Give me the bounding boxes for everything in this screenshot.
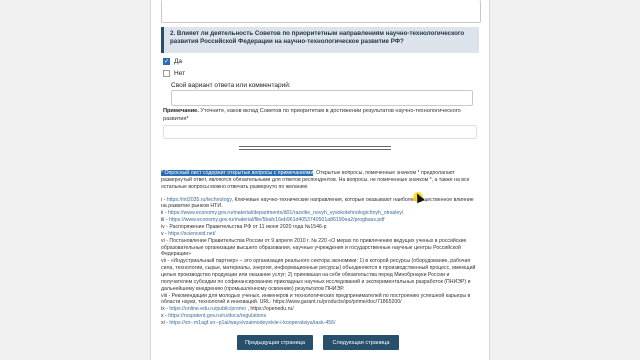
ref-item: iv - Распоряжение Правительства РФ от 11…	[161, 224, 327, 231]
ref-item: vi - Постановление Правительства России …	[161, 237, 467, 258]
option-no[interactable]: Нет	[163, 70, 185, 77]
ref-link[interactable]: https://www.economy.gov.ru/material/file…	[169, 217, 385, 223]
references-block: * Опросный лист содержит открытые вопрос…	[161, 170, 477, 327]
ref-link[interactable]: https://nti2035.ru/technology	[167, 197, 232, 203]
option-custom-label: Свой вариант ответа или комментарий:	[171, 82, 291, 89]
highlighted-selection: * Опросный лист содержит открытые вопрос…	[161, 170, 314, 176]
question-2-title: 2. Влияет ли деятельность Советов по при…	[161, 27, 479, 53]
ref-link[interactable]: https://online.edu.ru/public/promo	[169, 306, 246, 312]
divider	[239, 146, 391, 147]
checkbox-icon[interactable]	[163, 70, 170, 77]
previous-answer-textarea[interactable]	[161, 0, 481, 23]
divider	[239, 149, 391, 150]
note-answer-textarea[interactable]	[163, 125, 477, 139]
ref-link[interactable]: https://xn--m1agf.xn--p1ai/ways/vzaimode…	[169, 320, 335, 326]
option-yes-label: Да	[174, 58, 183, 65]
checkbox-checked-icon[interactable]: ✓	[163, 58, 170, 65]
option-no-label: Нет	[174, 70, 186, 77]
ref-item: x - https://rospatent.gov.ru/ru/docs/reg…	[161, 313, 267, 320]
ref-item: ii - https://www.economy.gov.ru/material…	[161, 210, 404, 217]
custom-answer-textarea[interactable]	[171, 90, 473, 106]
ref-link[interactable]: https://rospatent.gov.ru/ru/docs/regulat…	[168, 313, 266, 319]
note-text: Уточните, каков вклад Советов по приорит…	[163, 108, 461, 122]
ref-item: iii - https://www.economy.gov.ru/materia…	[161, 217, 385, 224]
ref-item: i - https://nti2035.ru/technology, Ключе…	[161, 196, 474, 210]
ref-item: viii - Рекомендации для молодых ученых, …	[161, 292, 471, 306]
survey-page: 2. Влияет ли деятельность Советов по при…	[150, 0, 490, 360]
option-yes[interactable]: ✓ Да	[163, 58, 182, 65]
ref-link[interactable]: https://www.economy.gov.ru/material/depa…	[168, 210, 403, 216]
ref-item: ix - https://online.edu.ru/public/promo …	[161, 306, 294, 313]
ref-item: v - https://scienceid.net/	[161, 230, 216, 237]
ref-item: xi - https://xn--m1agf.xn--p1ai/ways/vza…	[161, 320, 336, 327]
note-block: Примечание. Уточните, каков вклад Совето…	[163, 108, 475, 123]
ref-link[interactable]: https://scienceid.net/	[168, 231, 215, 237]
ref-item: vii - «Индустриальный партнер» – это орг…	[161, 258, 476, 292]
next-page-button[interactable]: Следующая страница	[323, 335, 399, 350]
prev-page-button[interactable]: Предыдущая страница	[237, 335, 313, 350]
note-label: Примечание.	[163, 108, 199, 114]
option-custom[interactable]: Свой вариант ответа или комментарий:	[171, 82, 291, 89]
